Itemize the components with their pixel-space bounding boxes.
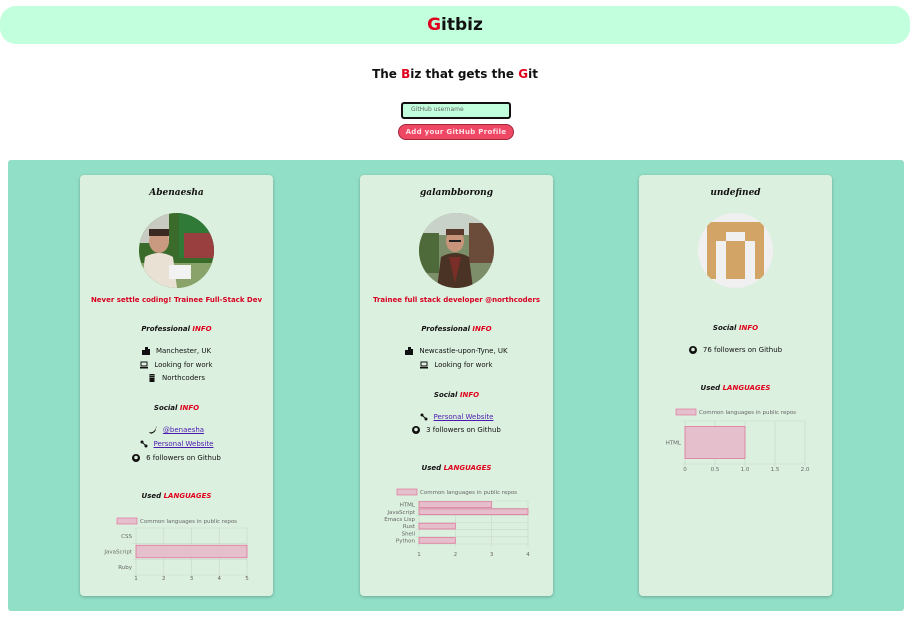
legend-swatch (675, 408, 697, 416)
x-tick-label: 1.0 (741, 467, 750, 473)
profile-card: galambborong Trainee full stack develope… (360, 175, 553, 596)
x-tick-label: 0 (683, 467, 687, 473)
bar (418, 522, 456, 530)
languages-chart: Common languages in public repos 1 2 3 4 HTML… (384, 488, 530, 558)
legend-swatch (116, 517, 138, 525)
add-profile-button[interactable]: Add your GitHub Profile (398, 124, 514, 140)
x-tick-label: 4 (218, 576, 222, 582)
brand-logo: Gitbiz (427, 15, 483, 35)
y-tick-label: Rust (403, 524, 416, 530)
y-tick-label: Python (396, 538, 416, 544)
x-tick-label: 3 (490, 552, 494, 558)
x-tick-label: 1 (417, 552, 421, 558)
y-tick-label: Emacs Lisp (384, 517, 415, 523)
profile-card: Abenaesha Never settle coding! Trainee F… (80, 175, 273, 596)
legend-label: Common languages in public repos (420, 490, 517, 496)
x-tick-label: 3 (190, 576, 194, 582)
bar (418, 537, 456, 544)
y-tick-label: HTML (666, 441, 682, 447)
profile-card: undefined Social INFO 76 followers on Gi… (639, 175, 832, 596)
y-tick-label: JavaScript (103, 550, 132, 556)
app-header: Gitbiz (0, 6, 910, 44)
y-tick-label: Ruby (118, 565, 133, 571)
x-tick-label: 5 (245, 576, 249, 582)
github-username-input[interactable]: GitHub username (401, 102, 511, 119)
bar (418, 501, 493, 508)
bar (135, 544, 248, 559)
x-tick-label: 2 (162, 576, 166, 582)
languages-chart: Common languages in public repos 0 0.5 1.0 1… (666, 408, 810, 473)
x-tick-label: 4 (526, 552, 530, 558)
x-tick-label: 1.5 (771, 467, 780, 473)
y-tick-label: Shell (402, 531, 416, 537)
legend-label: Common languages in public repos (140, 519, 237, 525)
y-tick-label: CSS (121, 534, 132, 540)
y-tick-label: HTML (400, 503, 416, 509)
x-tick-label: 0.5 (711, 467, 720, 473)
x-tick-label: 1 (134, 576, 138, 582)
y-tick-label: JavaScript (386, 510, 415, 516)
languages-chart: Common languages in public repos 1 2 3 4 5 CSS… (103, 517, 249, 582)
legend-swatch (396, 488, 418, 496)
tagline: The Biz that gets the Git (372, 67, 538, 81)
x-tick-label: 2 (454, 552, 458, 558)
x-tick-label: 2.0 (801, 467, 810, 473)
bar (684, 426, 746, 459)
legend-label: Common languages in public repos (699, 410, 796, 416)
bar (418, 508, 529, 516)
